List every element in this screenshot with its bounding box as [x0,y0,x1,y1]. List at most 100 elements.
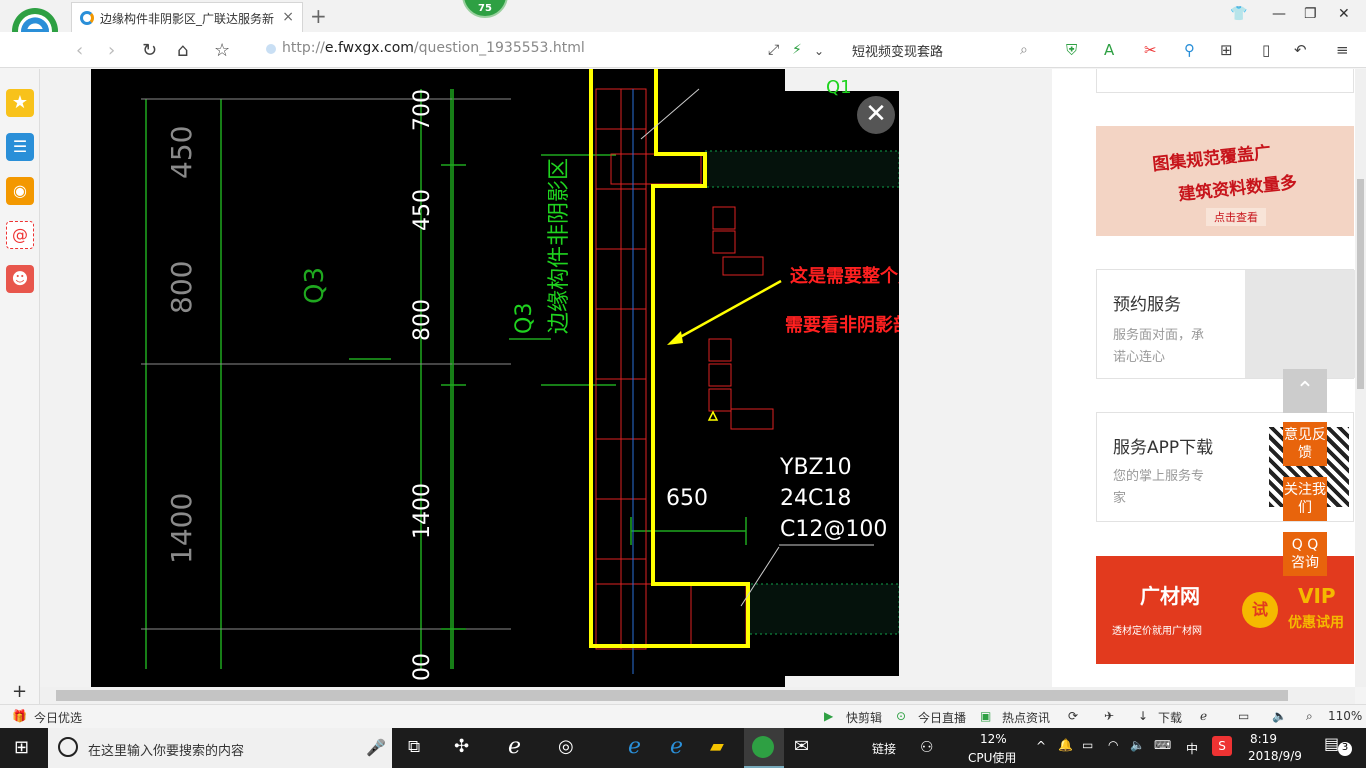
lightning-icon[interactable]: ⚡ [792,42,802,58]
ad2-brand: 广材网 [1140,584,1200,608]
stirrup-spec: C12@100 [780,517,887,542]
sync-icon[interactable]: ⟳ [1068,709,1078,723]
score-badge[interactable]: 75 [462,0,508,18]
translate-icon[interactable]: A [1104,41,1114,59]
taskbar-search-box[interactable]: 在这里输入你要搜索的内容 🎤 [48,728,392,768]
vertical-scroll-thumb[interactable] [1357,179,1364,389]
feedback-button[interactable]: 意见反馈 [1283,422,1327,466]
ad-banner-atlas[interactable]: 图集规范覆盖广 建筑资料数量多 点击查看 [1096,126,1354,236]
chevron-down-icon[interactable]: ⌄ [814,44,824,58]
forward-icon[interactable]: › [108,40,115,61]
zoom-icon[interactable]: ⚲ [1184,41,1195,59]
horizontal-scroll-thumb[interactable] [56,690,1288,701]
status-item-live[interactable]: 今日直播 [918,709,966,726]
zoom-level[interactable]: 110% [1328,709,1362,723]
gift-icon[interactable]: 🎁 [12,709,27,723]
ad2-try-badge: 试 [1242,592,1278,628]
battery-icon[interactable]: ▭ [1082,738,1093,752]
device-icon[interactable]: ▯ [1262,41,1270,59]
game-icon[interactable]: ☻ [6,265,34,293]
ad2-sub: 透材定价就用广材网 [1112,626,1202,637]
dim-450: 450 [410,189,435,231]
keyboard-icon[interactable]: ⌨ [1154,738,1171,752]
fan-icon[interactable]: ✣ [454,736,469,757]
minimize-button[interactable]: — [1272,6,1286,22]
mail-app-icon[interactable]: ✉ [794,736,809,757]
app-desc-1: 您的掌上服务专 [1113,469,1205,484]
browser-tab[interactable]: 边缘构件非阴影区_广联达服务新 × [71,2,303,32]
favorites-icon[interactable]: ★ [6,89,34,117]
live-icon[interactable]: ⊙ [896,709,906,723]
people-icon[interactable]: ⚇ [920,738,933,756]
share-icon[interactable]: ⤢ [768,42,779,58]
clock-time[interactable]: 8:19 [1250,732,1277,746]
ie-icon[interactable]: ℯ [670,734,683,759]
reader-icon[interactable]: ☰ [6,133,34,161]
back-icon[interactable]: ‹ [76,40,83,61]
sogou-ime-icon[interactable]: S [1212,736,1232,756]
folder-icon[interactable]: ▰ [710,736,724,757]
swirl-app-icon[interactable]: ◎ [558,736,574,757]
status-item-download[interactable]: 下载 [1158,709,1182,726]
zoom-icon-status[interactable]: ⌕ [1306,709,1313,724]
weibo-icon[interactable]: ◉ [6,177,34,205]
action-center-icon[interactable]: ▤ [1324,734,1339,753]
vertical-scrollbar[interactable] [1355,69,1366,687]
wifi-icon[interactable]: ◠ [1108,738,1118,752]
task-view-icon[interactable]: ⧉ [408,737,420,757]
notification-bell-icon[interactable]: 🔔 [1058,738,1073,752]
appointment-desc-1: 服务面对面，承 [1113,328,1205,343]
edge-app-icon[interactable]: ℯ [508,734,521,759]
mail-icon[interactable]: @ [6,221,34,249]
close-window-button[interactable]: ✕ [1338,6,1350,22]
star-icon[interactable]: ☆ [214,40,230,61]
news-icon[interactable]: ▣ [980,709,991,723]
menu-icon[interactable]: ≡ [1336,41,1349,59]
card-appointment[interactable]: 预约服务 服务面对面，承 诺心连心 [1096,269,1355,379]
ime-indicator[interactable]: 中 [1186,740,1198,757]
ad2-vip-sub: 优惠试用 [1288,615,1344,631]
home-icon[interactable]: ⌂ [177,40,188,61]
clock-date[interactable]: 2018/9/9 [1248,749,1302,763]
add-sidebar-icon[interactable]: + [12,681,27,702]
ad1-line1: 图集规范覆盖广 [1151,142,1272,176]
status-item-clip[interactable]: 快剪辑 [846,709,882,726]
links-toolbar[interactable]: 链接 [872,740,896,757]
search-icon[interactable]: ⌕ [1020,42,1028,58]
tab-close-button[interactable]: × [282,9,294,25]
windows-start-icon[interactable]: ⊞ [14,737,29,758]
horizontal-scrollbar[interactable] [40,687,1355,704]
apps-icon[interactable]: ⊞ [1220,41,1233,59]
url-prefix: http:// [282,40,325,56]
refresh-icon[interactable]: ↻ [142,40,157,61]
undo-icon[interactable]: ↶ [1294,41,1307,59]
speaker-icon[interactable]: 🔈 [1130,738,1145,752]
address-bar[interactable]: http://e.fwxgx.com/question_1935553.html [262,40,585,56]
q3-label: Q3 [512,303,537,334]
status-item-news[interactable]: 热点资讯 [1002,709,1050,726]
pin-icon[interactable]: ✈ [1104,709,1114,723]
dim-left-450: 450 [165,126,198,179]
download-icon[interactable]: ↓ [1138,709,1148,723]
qq-consult-button[interactable]: Q Q 咨询 [1283,532,1327,576]
close-popup-button[interactable]: ✕ [857,96,895,134]
tray-expand-icon[interactable]: ^ [1036,739,1046,753]
scissors-icon[interactable]: ✂ [1144,41,1157,59]
active-browser-task[interactable] [744,728,784,768]
volume-icon[interactable]: 🔈 [1272,709,1287,723]
restore-button[interactable]: ❐ [1304,6,1317,22]
follow-us-button[interactable]: 关注我们 [1283,477,1327,521]
clip-icon[interactable]: ▶ [824,709,833,723]
ad1-button[interactable]: 点击查看 [1206,208,1266,226]
skin-icon[interactable]: 👕 [1230,6,1247,22]
back-to-top-button[interactable]: ⌃ [1283,369,1327,413]
edge-browser-icon[interactable]: ℯ [628,734,641,759]
ie-mode-icon[interactable]: ℯ [1200,709,1207,723]
shield-icon[interactable]: ⛨ [1066,41,1077,59]
search-suggestion[interactable]: 短视频变现套路 [852,41,943,60]
microphone-icon[interactable]: 🎤 [366,738,386,757]
daily-picks-link[interactable]: 今日优选 [34,709,82,726]
new-tab-button[interactable]: + [310,4,327,28]
site-favicon-icon [80,11,94,25]
window-icon[interactable]: ▭ [1238,709,1249,723]
